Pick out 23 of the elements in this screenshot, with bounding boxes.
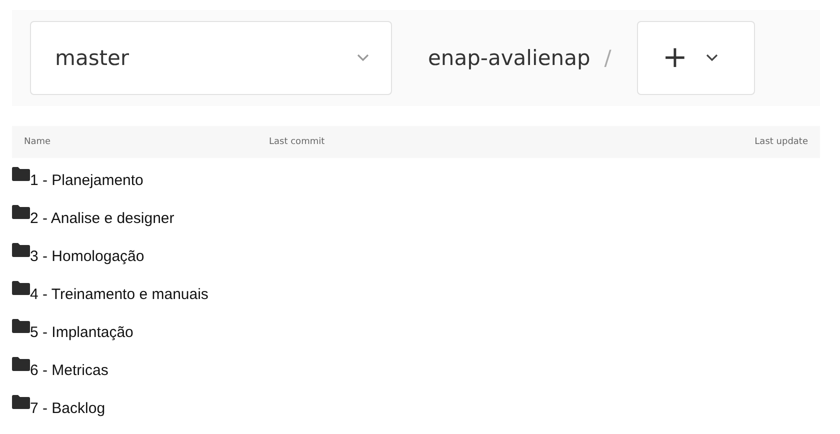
folder-icon <box>12 319 30 333</box>
path-separator: / <box>604 46 612 70</box>
branch-dropdown[interactable]: master <box>30 21 392 95</box>
column-header: Name <box>24 137 52 147</box>
folder-icon <box>12 281 30 295</box>
folder-link[interactable]: 6 - Metricas <box>30 362 108 379</box>
folder-icon <box>12 395 30 409</box>
chevron-down-icon <box>706 54 718 62</box>
folder-icon <box>12 243 30 257</box>
folder-link[interactable]: 7 - Backlog <box>30 400 106 417</box>
column-header: Last commit <box>269 137 326 147</box>
folder-icon <box>12 205 30 219</box>
repo-name[interactable]: enap-avalienap <box>428 46 590 70</box>
folder-link[interactable]: 5 - Implantação <box>30 324 134 341</box>
column-header: Last update <box>754 137 808 147</box>
add-button[interactable]: + <box>637 21 756 95</box>
chevron-down-icon <box>357 54 369 62</box>
folder-link[interactable]: 2 - Analise e designer <box>30 210 174 227</box>
folder-link[interactable]: 4 - Treinamento e manuais <box>30 286 208 303</box>
folder-icon <box>12 167 30 181</box>
folder-icon <box>12 357 30 371</box>
folder-link[interactable]: 1 - Planejamento <box>30 172 144 189</box>
folder-link[interactable]: 3 - Homologação <box>30 248 144 265</box>
